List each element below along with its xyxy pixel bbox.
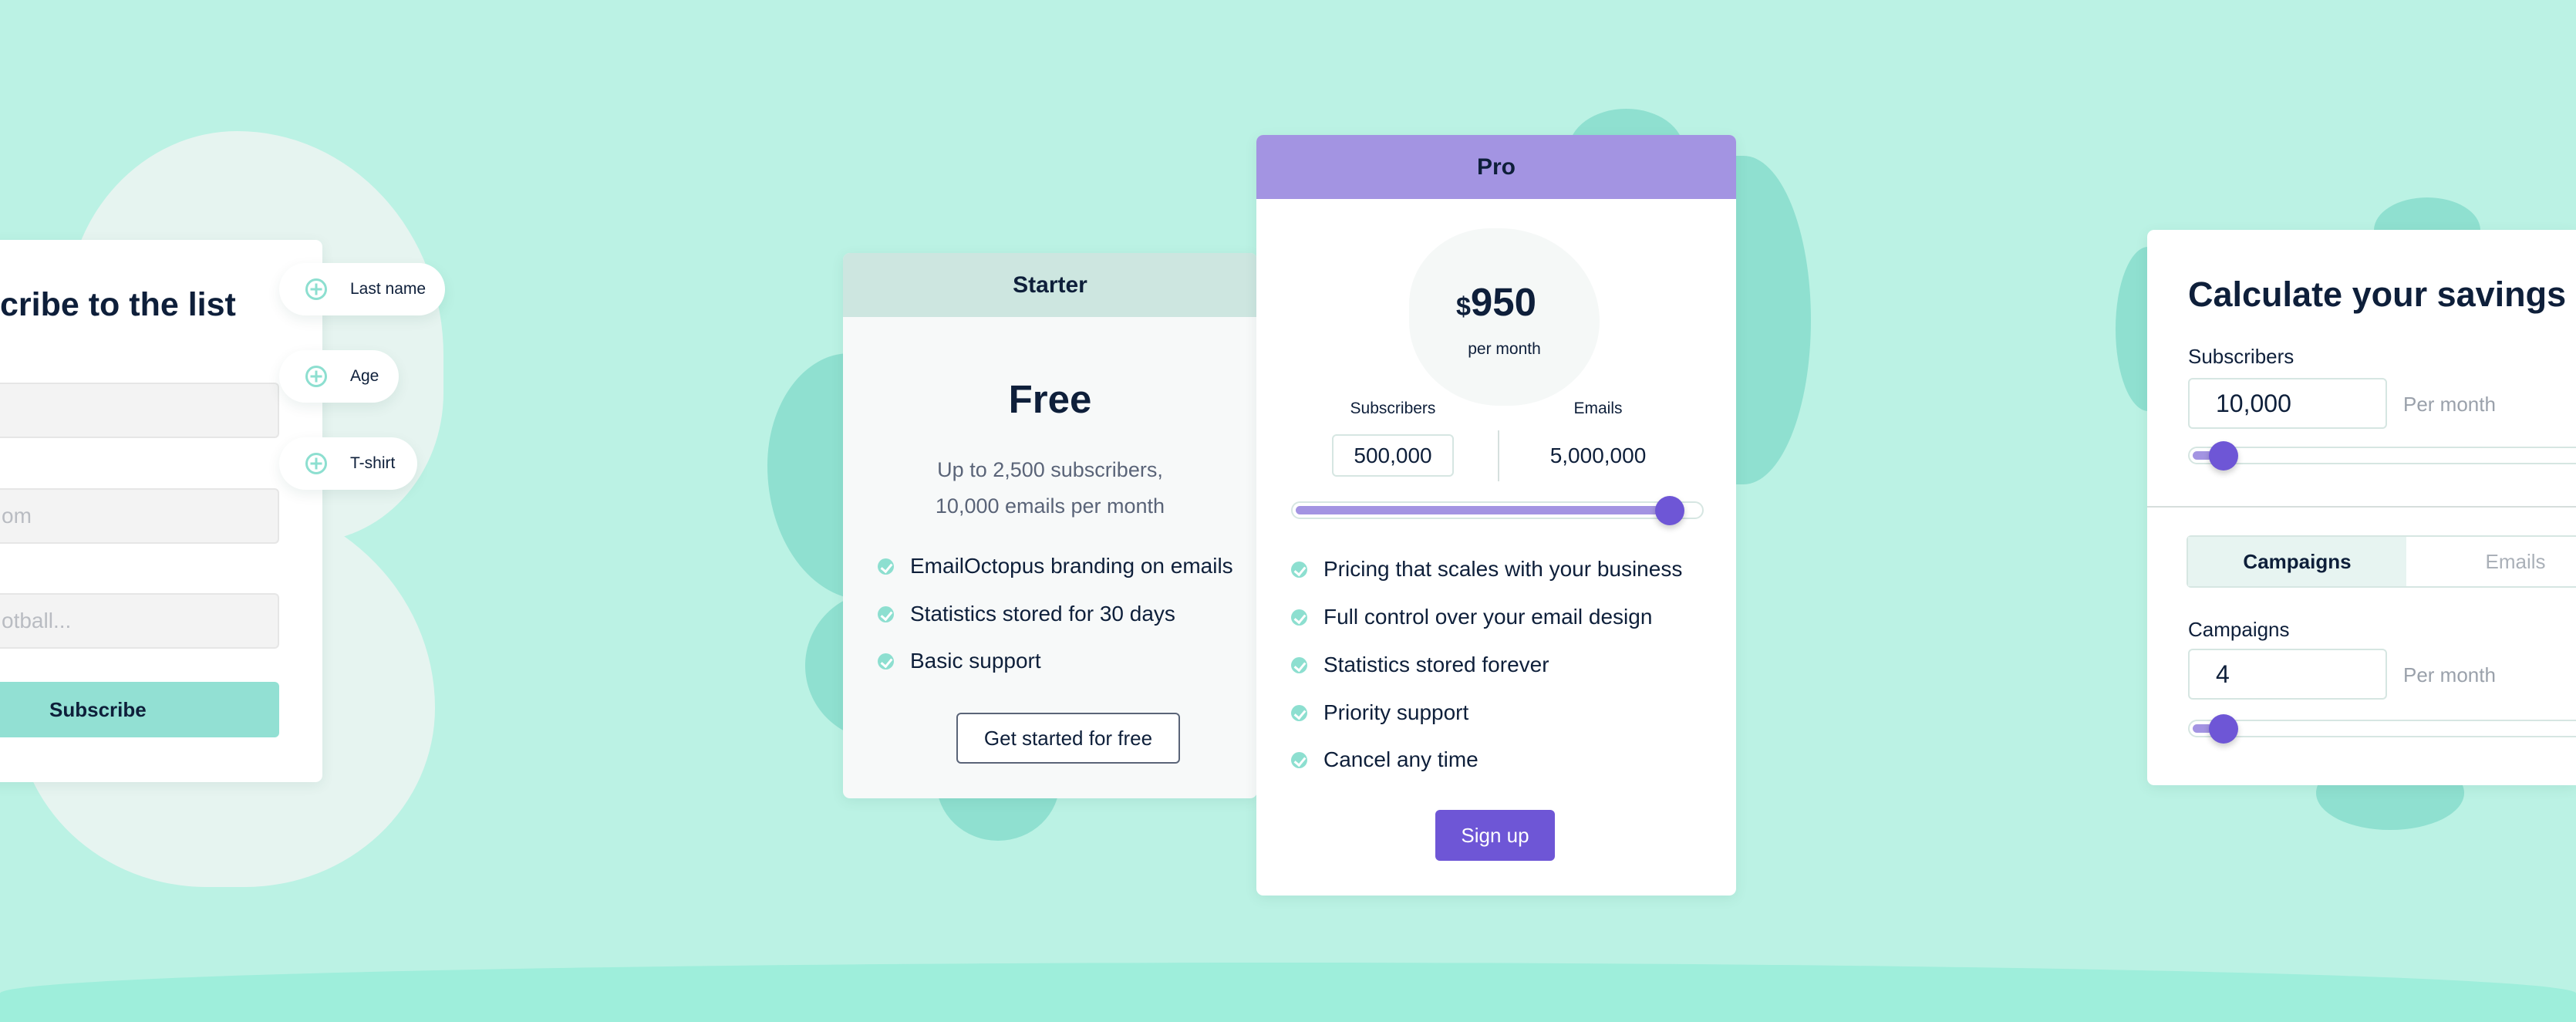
tab-emails[interactable]: Emails <box>2406 537 2576 586</box>
slider-fill <box>1296 506 1674 514</box>
feature-text: Pricing that scales with your business <box>1323 557 1683 581</box>
feature-text: EmailOctopus branding on emails <box>910 554 1233 578</box>
slider-thumb[interactable] <box>2208 440 2238 471</box>
plus-circle-icon <box>305 278 327 300</box>
tab-campaigns[interactable]: Campaigns <box>2188 537 2406 586</box>
calculator-title: Calculate your savings <box>2188 275 2567 314</box>
starter-header: Starter <box>843 253 1257 317</box>
calc-subscribers-slider[interactable] <box>2188 440 2576 471</box>
pro-feature: Pricing that scales with your business <box>1291 557 1682 582</box>
subscribe-button[interactable]: Subscribe <box>0 682 279 737</box>
subscribers-label: Subscribers <box>1350 400 1436 417</box>
price-value: 950 <box>1470 280 1536 324</box>
divider <box>1498 430 1499 481</box>
feature-text: Statistics stored for 30 days <box>910 602 1175 626</box>
plus-circle-icon <box>305 366 327 387</box>
feature-text: Basic support <box>910 649 1041 673</box>
pro-price: $950 <box>1256 279 1736 325</box>
feature-text: Full control over your email design <box>1323 605 1653 629</box>
check-circle-icon <box>878 605 894 622</box>
pro-plan-card: Pro $950 per month Subscribers Emails 50… <box>1256 135 1736 896</box>
plus-circle-icon <box>305 453 327 474</box>
pro-subscribers-input[interactable]: 500,000 <box>1332 434 1454 477</box>
per-month-label: Per month <box>2403 663 2496 686</box>
input-value: 4 <box>2216 659 2230 688</box>
savings-calculator-card: Calculate your savings Subscribers 10,00… <box>2147 230 2576 785</box>
subscribers-label: Subscribers <box>2188 345 2294 368</box>
pro-header: Pro <box>1256 135 1736 199</box>
subscribe-form-card: cribe to the list om otball... Subscribe <box>0 240 322 782</box>
form-title: cribe to the list <box>0 286 236 323</box>
pill-label: T-shirt <box>350 454 396 472</box>
placeholder: om <box>2 504 32 528</box>
calc-campaigns-input[interactable]: 4 <box>2188 649 2387 700</box>
campaigns-label: Campaigns <box>2188 618 2290 641</box>
pro-feature: Statistics stored forever <box>1291 653 1549 677</box>
page: cribe to the list om otball... Subscribe… <box>0 0 2576 1022</box>
pro-feature: Priority support <box>1291 700 1468 725</box>
starter-plan-card: Starter Free Up to 2,500 subscribers, 10… <box>843 253 1257 798</box>
sign-up-button[interactable]: Sign up <box>1435 810 1555 861</box>
emails-value: 5,000,000 <box>1549 444 1647 467</box>
check-circle-icon <box>1291 561 1307 578</box>
slider-thumb[interactable] <box>2208 713 2238 744</box>
check-circle-icon <box>1291 704 1307 721</box>
bottom-wave <box>0 963 2576 1022</box>
starter-feature: Statistics stored for 30 days <box>878 602 1175 626</box>
divider <box>2147 506 2576 508</box>
check-circle-icon <box>878 653 894 670</box>
placeholder: otball... <box>2 609 72 632</box>
check-circle-icon <box>1291 609 1307 626</box>
feature-text: Priority support <box>1323 700 1469 724</box>
starter-desc-line2: 10,000 emails per month <box>935 494 1165 518</box>
name-field[interactable] <box>0 383 279 438</box>
get-started-button[interactable]: Get started for free <box>956 713 1180 764</box>
pill-label: Last name <box>350 280 427 298</box>
pro-feature: Full control over your email design <box>1291 605 1652 629</box>
feature-text: Cancel any time <box>1323 747 1479 771</box>
pro-period: per month <box>1468 340 1541 358</box>
calc-campaigns-slider[interactable] <box>2188 713 2576 744</box>
currency: $ <box>1455 292 1471 322</box>
email-field[interactable]: om <box>0 488 279 544</box>
check-circle-icon <box>1291 656 1307 673</box>
pill-label: Age <box>350 367 379 385</box>
mode-tabs: Campaigns Emails <box>2187 535 2576 588</box>
feature-text: Statistics stored forever <box>1323 653 1549 676</box>
interests-field[interactable]: otball... <box>0 593 279 649</box>
add-field-tshirt[interactable]: T-shirt <box>279 437 417 490</box>
add-field-last-name[interactable]: Last name <box>279 263 445 315</box>
check-circle-icon <box>878 558 894 575</box>
starter-feature: Basic support <box>878 649 1041 673</box>
pro-feature: Cancel any time <box>1291 747 1479 772</box>
starter-price: Free <box>1008 377 1092 421</box>
calc-subscribers-input[interactable]: 10,000 <box>2188 378 2387 429</box>
input-value: 10,000 <box>2216 389 2291 417</box>
add-field-age[interactable]: Age <box>279 350 399 403</box>
slider-thumb[interactable] <box>1655 495 1685 525</box>
button-label: Subscribe <box>49 698 147 721</box>
emails-label: Emails <box>1573 400 1623 417</box>
starter-desc-line1: Up to 2,500 subscribers, <box>937 458 1163 481</box>
pro-subscribers-slider[interactable] <box>1291 495 1704 525</box>
per-month-label: Per month <box>2403 393 2496 416</box>
starter-feature: EmailOctopus branding on emails <box>878 554 1233 578</box>
input-value: 500,000 <box>1354 443 1432 467</box>
check-circle-icon <box>1291 751 1307 768</box>
